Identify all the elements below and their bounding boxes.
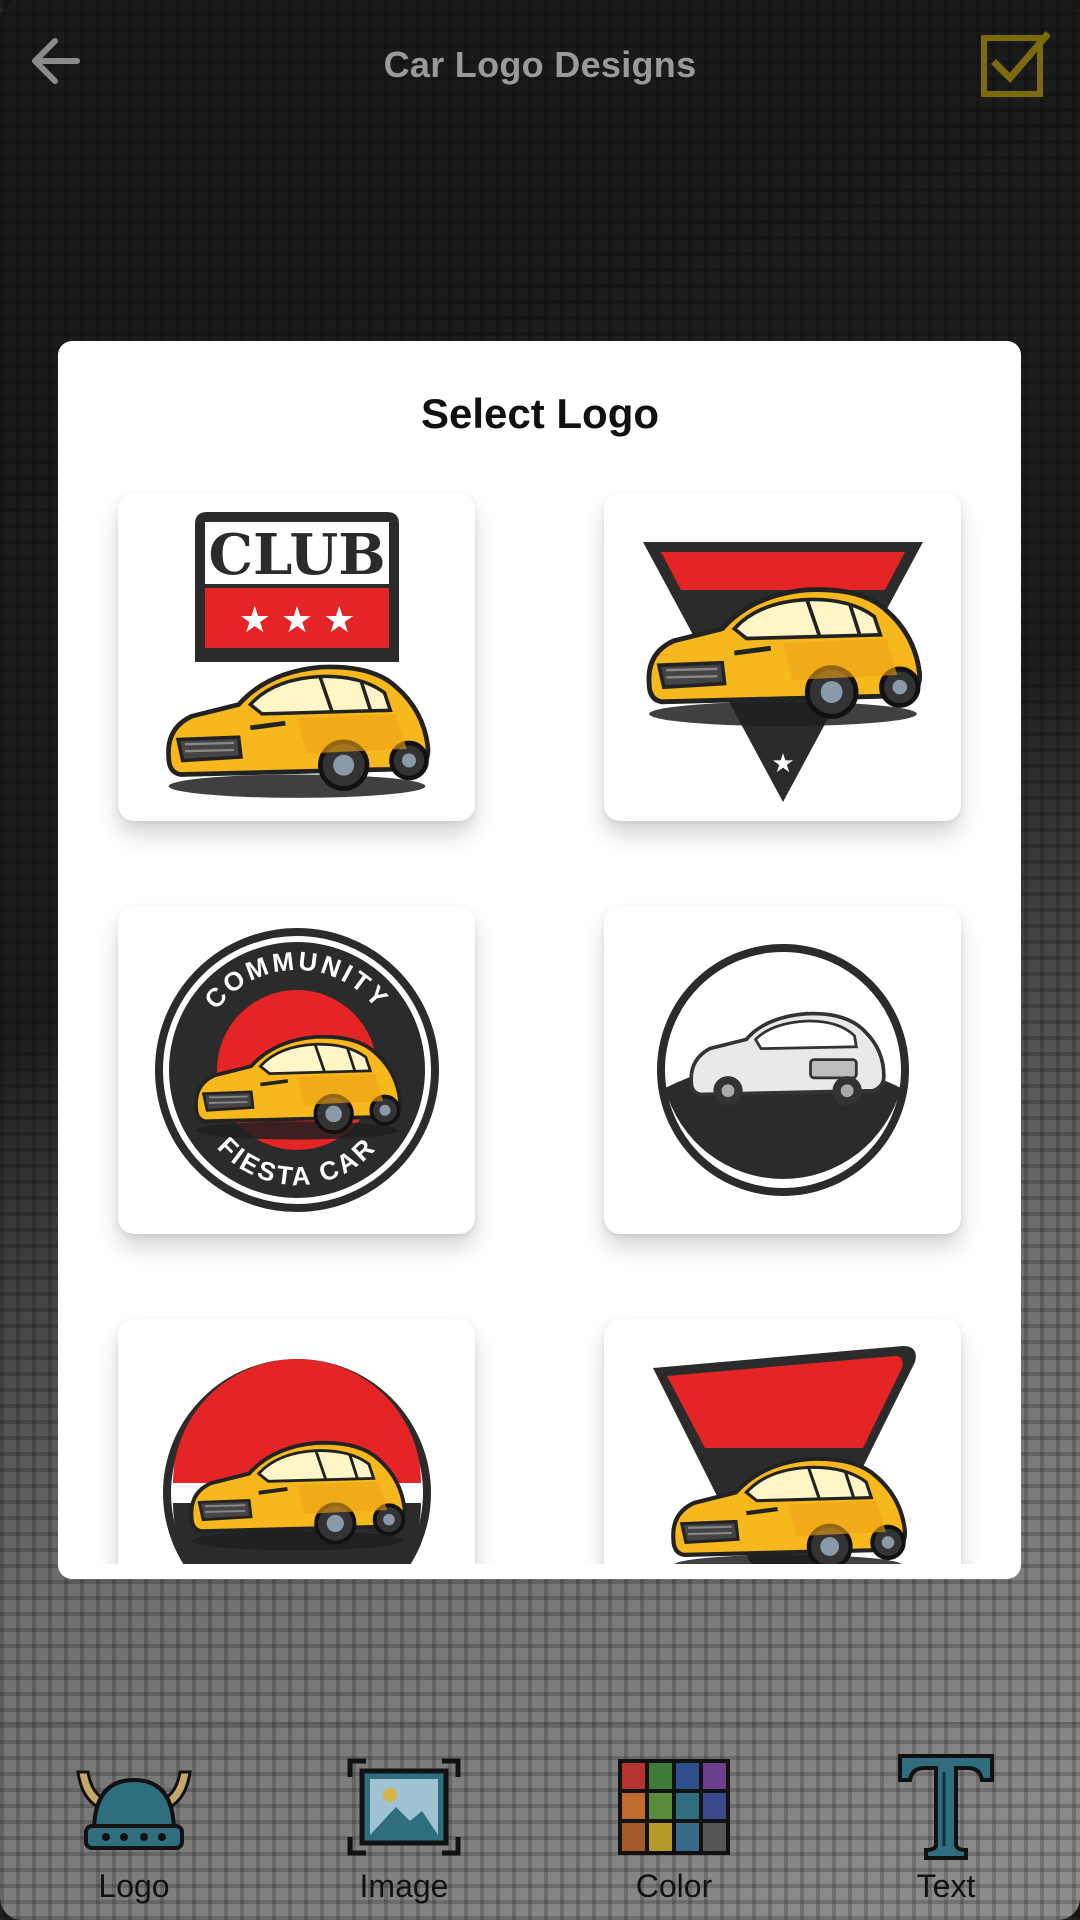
- page-title: Car Logo Designs: [383, 44, 697, 85]
- logo-option-club[interactable]: CLUB ★ ★ ★: [118, 493, 475, 821]
- image-icon: [347, 1758, 461, 1856]
- logo-grid: CLUB ★ ★ ★ ★ COMMUNITY FIESTA CAR: [58, 470, 1021, 1564]
- dialog-title: Select Logo: [420, 390, 660, 437]
- viking-helmet-icon: [76, 1770, 192, 1850]
- triangle-car-logo: ★: [642, 542, 923, 802]
- color-palette-icon: [618, 1759, 730, 1855]
- toolbar-image[interactable]: Image: [314, 1752, 494, 1920]
- community-badge-logo: COMMUNITY FIESTA CAR: [154, 928, 439, 1212]
- app-screen: Car Logo Designs Select Logo CLUB ★ ★ ★: [0, 0, 1080, 1920]
- bottom-toolbar: Logo Image Color Text: [0, 1722, 1080, 1920]
- toolbar-logo-label: Logo: [98, 1868, 170, 1904]
- svg-text:★ ★ ★: ★ ★ ★: [238, 599, 355, 640]
- top-app-bar: Car Logo Designs: [0, 0, 1080, 130]
- toolbar-image-label: Image: [359, 1868, 449, 1904]
- toolbar-logo[interactable]: Logo: [44, 1752, 224, 1920]
- toolbar-text-label: Text: [916, 1868, 976, 1904]
- red-shield-car-logo: [652, 1346, 916, 1564]
- toolbar-text[interactable]: Text: [856, 1752, 1036, 1920]
- club-car-logo: CLUB ★ ★ ★: [137, 512, 457, 812]
- arrow-back-icon: [32, 38, 80, 84]
- logo-option-triangle[interactable]: ★: [604, 493, 961, 821]
- circle-silver-car-logo: [656, 944, 909, 1196]
- toolbar-color[interactable]: Color: [584, 1752, 764, 1920]
- red-circle-car-logo: [162, 1359, 431, 1564]
- club-text: CLUB: [208, 522, 385, 588]
- back-button[interactable]: [24, 30, 86, 92]
- logo-option-community[interactable]: COMMUNITY FIESTA CAR: [118, 906, 475, 1234]
- toolbar-color-label: Color: [635, 1868, 713, 1904]
- logo-option-circle-silver[interactable]: [604, 906, 961, 1234]
- logo-option-red-circle[interactable]: [118, 1319, 475, 1564]
- confirm-button[interactable]: [978, 28, 1051, 100]
- text-t-icon: [898, 1754, 994, 1860]
- checkbox-check-icon: [981, 31, 1051, 97]
- svg-text:★: ★: [771, 748, 794, 778]
- logo-option-red-shield[interactable]: [604, 1319, 961, 1564]
